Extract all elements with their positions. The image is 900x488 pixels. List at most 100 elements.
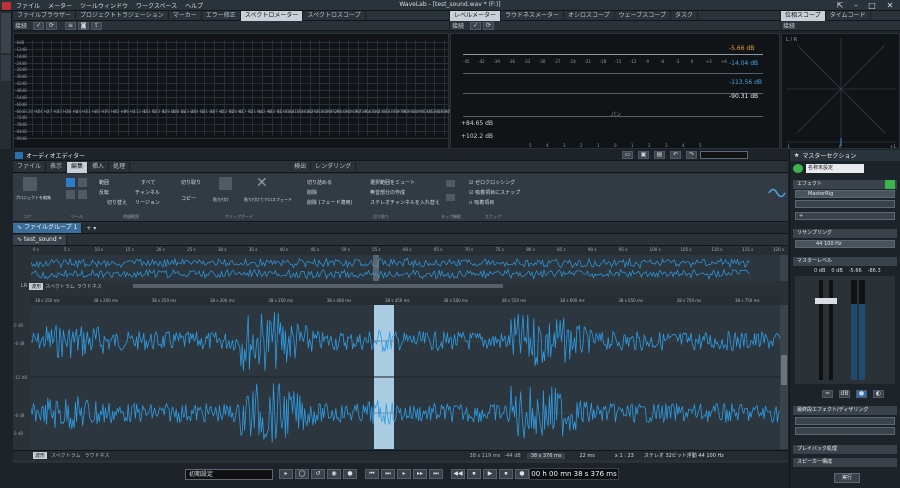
spectrometer-tab-4[interactable]: スペクトロメーター (240, 10, 304, 21)
paste-button[interactable]: 貼り付け (213, 197, 229, 203)
stop-icon[interactable]: ⏹ (467, 469, 481, 479)
save-icon[interactable]: ▤ (654, 151, 665, 159)
master-level-section[interactable]: マスターレベル (793, 257, 897, 266)
dock-tab-workspace[interactable] (1, 13, 11, 53)
record-icon[interactable]: ● (515, 469, 529, 479)
main-vertical-scrollbar[interactable] (780, 305, 788, 449)
file-group-tab[interactable]: ∿ ファイルグループ 1 (13, 223, 83, 233)
spectrometer-tab-5[interactable]: スペクトロスコープ (303, 10, 366, 21)
status-view-tab-loudness[interactable]: ラウドネス (85, 452, 110, 459)
play-icon[interactable]: ▶ (483, 469, 497, 479)
render-button[interactable]: 実行 (834, 473, 860, 483)
spectrometer-tab-1[interactable]: プロジェクトトラジェーション (76, 10, 169, 21)
checkmark-icon[interactable]: ✓ (470, 21, 482, 30)
delete-fade-button[interactable]: 削除 (フェード適用) (307, 199, 353, 206)
select-channel-dropdown[interactable]: チャンネル (135, 189, 160, 196)
minimize-button[interactable]: – (848, 0, 864, 11)
delete-button[interactable]: 削除 (307, 189, 317, 196)
range-tool-icon[interactable] (78, 178, 87, 187)
redo-icon[interactable]: ↷ (686, 151, 697, 159)
view-tab-spectrum[interactable]: スペクトラム (45, 283, 75, 290)
add-effect-button[interactable]: + (795, 212, 895, 220)
status-view-tab-spectrum[interactable]: スペクトラム (51, 452, 81, 459)
menu-icon[interactable]: ≡ (65, 21, 77, 30)
final-slot-2[interactable] (795, 427, 895, 435)
overview-ruler[interactable]: 0 s 5 s 10 s 15 s 20 s 25 s 30 s 35 s 40 s 45 s 50… (31, 247, 788, 255)
level-meter-tab-1[interactable]: ラウドネスメーター (501, 10, 565, 21)
lock-icon[interactable]: ● (856, 390, 867, 398)
transport-time-display[interactable]: 00 h 00 mn 38 s 376 ms (529, 468, 619, 480)
zero-cross-toggle[interactable]: ☑ ゼロクロッシング (469, 179, 515, 186)
final-slot-1[interactable] (795, 417, 895, 425)
folder-icon[interactable]: ▣ (638, 151, 649, 159)
monitor-icon[interactable]: ◉ (327, 469, 341, 479)
phase-scope-display[interactable]: L / R -1 0 +1 (781, 33, 900, 149)
spectrometer-tab-0[interactable]: ファイルブラウザー (13, 10, 77, 21)
crossfade-icon[interactable]: ✕ (256, 176, 269, 190)
ribbon-tab-3[interactable]: 挿入 (88, 161, 110, 173)
scroll-thumb[interactable] (781, 355, 787, 385)
select-cut-swap-button[interactable]: 切り替え (107, 199, 127, 206)
status-view-tab-waveform[interactable]: 波形 (33, 452, 48, 459)
play-from-icon[interactable]: ▸ (279, 469, 293, 479)
tap-icon-1[interactable] (446, 180, 455, 187)
final-effects-section[interactable]: 最終段エフェクト/ディザリング (793, 406, 897, 415)
snap-to-mag-toggle[interactable]: ☑ 吸着項目にスナップ (469, 189, 520, 196)
resampling-section[interactable]: リサンプリング (793, 229, 897, 238)
file-tab-test-sound[interactable]: ∿ test_sound * (13, 235, 67, 245)
transport-preset-dropdown[interactable]: 初期設定 (185, 469, 273, 480)
spectrometer-tab-3[interactable]: エラー修正 (202, 10, 241, 21)
export-icon[interactable]: ⇪ (91, 21, 103, 30)
select-range-button[interactable]: 範囲 (99, 179, 109, 186)
ribbon-tab-0[interactable]: ファイル (13, 161, 47, 173)
ribbon-tab-5[interactable]: 検出 (290, 161, 312, 173)
ribbon-tab-6[interactable]: レンダリング (311, 161, 357, 173)
window-icon[interactable]: ▭ (622, 151, 633, 159)
copy-button[interactable]: コピー (181, 195, 196, 202)
rewind-icon[interactable]: ◀◀ (451, 469, 465, 479)
status-zoom[interactable]: x 1 : 23 (615, 453, 634, 459)
status-length[interactable]: 22 ms (579, 453, 594, 459)
camera-icon[interactable]: ◙ (78, 21, 90, 30)
phase-scope-tab-0[interactable]: 位相スコープ (781, 10, 826, 21)
main-waveform[interactable] (30, 305, 781, 449)
record-arm-icon[interactable]: ● (343, 469, 357, 479)
power-icon[interactable] (793, 164, 803, 173)
select-tool-icon[interactable] (66, 178, 75, 187)
playback-section[interactable]: プレイバック処理 (793, 445, 897, 454)
next-marker-icon[interactable]: ⏭ (429, 469, 443, 479)
main-ruler[interactable]: 38 s 150 ms 38 s 200 ms 38 s 250 ms 38 s 30… (31, 296, 780, 305)
spectrometer-display[interactable]: -6dB -12dB -18dB -24dB -30dB -36dB -42dB -48dB -… (13, 33, 459, 149)
add-group-button[interactable]: + ▾ (86, 225, 96, 232)
play-selection-icon[interactable]: ▸ (397, 469, 411, 479)
go-end-icon[interactable]: ⏭ (381, 469, 395, 479)
cycle-icon[interactable]: ↺ (311, 469, 325, 479)
dock-tab-secondary[interactable] (1, 55, 11, 81)
stop2-icon[interactable]: ⏹ (499, 469, 513, 479)
effect-slot-2[interactable] (795, 200, 895, 208)
paste-icon[interactable] (219, 177, 232, 190)
preset-name-field[interactable]: 名称未設定 (806, 164, 864, 173)
checkmark-icon[interactable]: ✓ (33, 21, 45, 30)
ribbon-tab-4[interactable]: 処理 (109, 161, 131, 173)
speaker-section[interactable]: スピーカー構成 (793, 458, 897, 467)
db-icon[interactable]: dB (839, 390, 850, 398)
effects-power-icon[interactable] (885, 180, 895, 189)
mono-icon[interactable]: ◐ (873, 390, 884, 398)
stereo-swap-button[interactable]: ステレオチャンネルを入れ替え (370, 199, 440, 206)
select-region-dropdown[interactable]: リージョン (135, 199, 160, 206)
project-edit-button[interactable]: プロジェクトを編集 (15, 195, 51, 201)
ribbon-tab-1[interactable]: 表示 (46, 161, 68, 173)
refresh-icon[interactable]: ⟳ (46, 21, 58, 30)
project-edit-icon[interactable] (23, 177, 37, 191)
spectrometer-tab-2[interactable]: マーカー (169, 10, 202, 21)
overview-horizontal-scrollbar[interactable] (133, 284, 503, 288)
pin-icon[interactable]: ⇱ (832, 0, 848, 11)
paste-crossfade-button[interactable]: 貼り付けてクロスフェード (244, 197, 292, 203)
level-meter-display[interactable]: -45 -42 -39 -36 -33 -30 -27 -24 -21 -18 -15 -12 -9 -6… (450, 33, 780, 149)
master-fader-area[interactable] (795, 276, 895, 384)
forward-icon[interactable]: ▸▸ (413, 469, 427, 479)
snap-item-dropdown[interactable]: ∩ 吸着項目 (469, 199, 494, 206)
close-button[interactable]: ✕ (882, 0, 898, 11)
phase-scope-tab-1[interactable]: タイムコード (826, 10, 871, 21)
